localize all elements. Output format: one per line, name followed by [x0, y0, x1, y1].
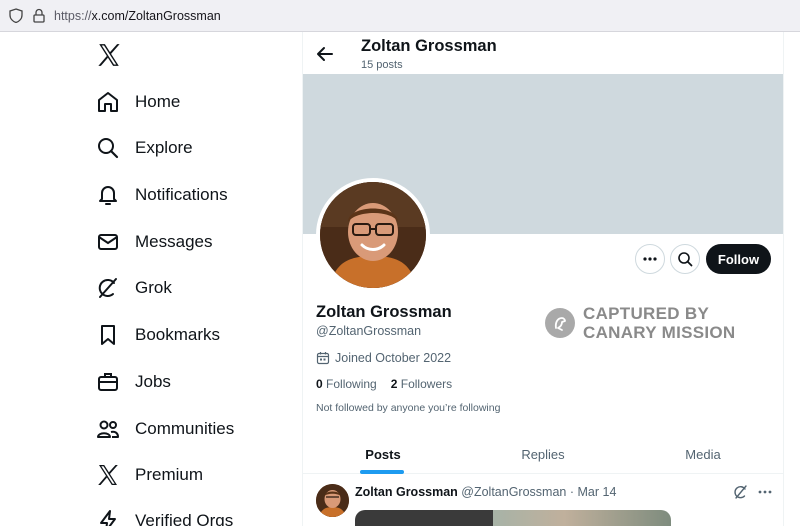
home-icon	[98, 92, 118, 112]
sidebar-item-bookmarks[interactable]: Bookmarks	[96, 320, 220, 350]
following-link[interactable]: 0 Following	[316, 377, 377, 391]
grok-icon[interactable]	[733, 484, 749, 500]
profile-name: Zoltan Grossman	[316, 303, 452, 321]
sidebar-item-label: Grok	[135, 278, 172, 297]
more-options-button[interactable]	[635, 244, 665, 274]
url-scheme: https://	[54, 9, 92, 23]
post-separator: ·	[569, 485, 575, 499]
sidebar-item-verified-orgs[interactable]: Verified Orgs	[96, 506, 233, 526]
profile-handle: @ZoltanGrossman	[316, 324, 422, 338]
sidebar-item-explore[interactable]: Explore	[96, 133, 193, 163]
bookmark-icon	[101, 325, 115, 345]
canary-logo-icon	[545, 308, 575, 338]
url-text[interactable]: https://x.com/ZoltanGrossman	[54, 9, 221, 23]
watermark-line-1: CAPTURED BY	[583, 304, 710, 323]
avatar-portrait-image	[320, 182, 426, 288]
sidebar-item-premium[interactable]: Premium	[96, 460, 203, 490]
back-arrow-icon[interactable]	[315, 44, 335, 64]
sidebar-item-label: Premium	[135, 465, 204, 484]
post-media[interactable]	[355, 510, 671, 526]
sidebar: Home Explore Notifications Messages Grok…	[0, 32, 302, 526]
envelope-icon	[98, 234, 118, 250]
post-actions	[733, 484, 773, 500]
sidebar-item-label: Jobs	[135, 372, 171, 391]
joined-date: Joined October 2022	[316, 351, 451, 365]
search-icon	[98, 138, 119, 159]
grok-icon	[98, 278, 117, 298]
lightning-icon	[100, 510, 116, 526]
sidebar-item-grok[interactable]: Grok	[96, 273, 172, 303]
followers-count: 2	[390, 377, 398, 391]
sidebar-item-label: Bookmarks	[135, 325, 221, 344]
sidebar-item-communities[interactable]: Communities	[96, 414, 234, 444]
calendar-icon	[316, 352, 330, 365]
sidebar-item-label: Notifications	[135, 185, 228, 204]
following-label: Following	[326, 377, 377, 391]
post-media-image-1[interactable]	[355, 510, 493, 526]
not-followed-note: Not followed by anyone you’re following	[316, 402, 501, 414]
briefcase-icon	[98, 373, 118, 391]
watermark-line-2: CANARY MISSION	[583, 323, 736, 342]
post-media-image-2[interactable]	[493, 510, 671, 526]
tab-replies[interactable]: Replies	[463, 434, 623, 474]
sidebar-item-jobs[interactable]: Jobs	[96, 367, 171, 397]
bell-icon	[99, 186, 117, 205]
header-profile-name: Zoltan Grossman	[361, 37, 497, 55]
sidebar-item-label: Explore	[135, 138, 193, 157]
captured-watermark: CAPTURED BY CANARY MISSION	[545, 304, 736, 342]
sidebar-item-label: Communities	[135, 419, 235, 438]
header-posts-count: 15 posts	[361, 59, 403, 71]
sidebar-item-label: Verified Orgs	[135, 511, 234, 526]
url-path: x.com/ZoltanGrossman	[91, 9, 221, 23]
shield-icon[interactable]	[9, 8, 23, 23]
post-item[interactable]: Zoltan Grossman @ZoltanGrossman · Mar 14	[303, 474, 783, 526]
avatar-portrait-image	[316, 484, 349, 517]
x-logo-icon	[98, 465, 118, 485]
ellipsis-icon	[643, 257, 657, 261]
people-icon	[97, 420, 119, 438]
ellipsis-icon[interactable]	[757, 484, 773, 500]
post-author-handle[interactable]: @ZoltanGrossman	[461, 485, 566, 499]
profile-tabs: Posts Replies Media	[303, 434, 783, 474]
sidebar-item-label: Home	[135, 92, 181, 111]
profile-header-bar: Zoltan Grossman 15 posts	[303, 32, 783, 74]
follow-stats: 0 Following 2 Followers	[316, 377, 452, 391]
sidebar-item-messages[interactable]: Messages	[96, 227, 212, 257]
browser-url-bar[interactable]: https://x.com/ZoltanGrossman	[0, 0, 800, 32]
tab-media[interactable]: Media	[623, 434, 783, 474]
following-count: 0	[316, 377, 323, 391]
sidebar-item-notifications[interactable]: Notifications	[96, 180, 228, 210]
x-logo-icon[interactable]	[96, 42, 122, 68]
sidebar-item-home[interactable]: Home	[96, 87, 180, 117]
follow-button[interactable]: Follow	[706, 244, 771, 274]
joined-text: Joined October 2022	[335, 351, 452, 365]
post-avatar[interactable]	[316, 484, 349, 517]
followers-label: Followers	[400, 377, 453, 391]
post-date[interactable]: Mar 14	[578, 485, 617, 499]
profile-avatar[interactable]	[316, 178, 430, 292]
tab-posts[interactable]: Posts	[303, 434, 463, 474]
sidebar-item-label: Messages	[135, 232, 213, 251]
post-header: Zoltan Grossman @ZoltanGrossman · Mar 14	[355, 485, 616, 499]
profile-column: Zoltan Grossman 15 posts Follow Zoltan G…	[302, 32, 784, 526]
followers-link[interactable]: 2 Followers	[391, 377, 452, 391]
search-icon	[678, 252, 693, 267]
post-author-name[interactable]: Zoltan Grossman	[355, 485, 458, 499]
lock-icon[interactable]	[33, 8, 45, 23]
search-profile-button[interactable]	[670, 244, 700, 274]
